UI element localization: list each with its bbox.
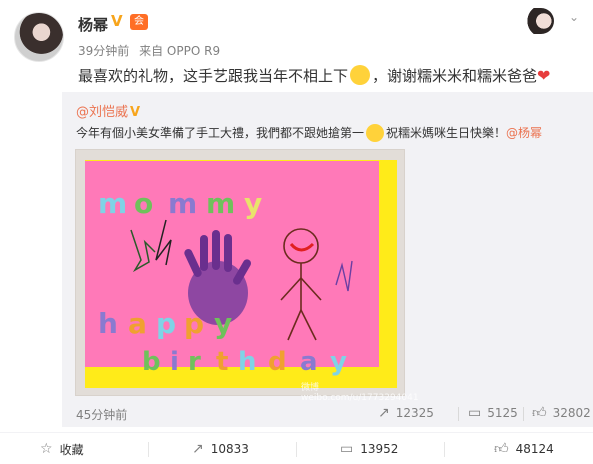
post-meta: 39分钟前 来自 OPPO R9	[78, 42, 226, 59]
divider	[523, 407, 524, 421]
repost-like-count: 32802	[552, 406, 591, 420]
divider	[458, 407, 459, 421]
repost-text-part2: 祝糯米媽咪生日快樂！	[386, 126, 507, 140]
letter-birthday-1: i	[170, 347, 179, 377]
repost-like-button[interactable]: 👍︎ 32802	[532, 406, 591, 420]
letter-birthday-2: r	[188, 347, 201, 377]
post-text-part2: ，谢谢糯米米和糯米爸爸	[372, 67, 538, 85]
post-text-part1: 最喜欢的礼物，这手艺跟我当年不相上下	[78, 67, 349, 85]
author-name[interactable]: 杨幂	[78, 14, 108, 35]
repost-photo[interactable]: m o m m y h a p p y b i r t h d a y 微博 w…	[75, 149, 419, 403]
comment-icon: ▭	[340, 441, 354, 457]
user-avatar-small[interactable]	[520, 8, 554, 34]
card-artwork: m o m m y h a p p y b i r t h d a y	[98, 187, 353, 377]
like-button[interactable]: 👍︎ 48124	[494, 433, 554, 464]
verified-badge-icon: V	[130, 105, 141, 120]
letter-birthday-0: b	[142, 347, 161, 377]
divider	[444, 442, 445, 457]
chevron-down-icon[interactable]: ⌄	[566, 10, 582, 26]
divider	[148, 442, 149, 457]
letter-mommy-2: m	[168, 187, 197, 220]
letter-birthday-7: y	[330, 347, 347, 377]
repost-forward-button[interactable]: ↗ 12325	[378, 406, 434, 420]
letter-happy-3: p	[184, 307, 204, 340]
repost-comment-button[interactable]: ▭ 5125	[468, 406, 518, 420]
comment-count: 13952	[360, 442, 399, 456]
post-text: 最喜欢的礼物，这手艺跟我当年不相上下 ，谢谢糯米米和糯米爸爸❤	[78, 65, 550, 86]
repost-text: 今年有個小美女準備了手工大禮，我們都不跟她搶第一 祝糯米媽咪生日快樂！@杨幂	[76, 124, 542, 142]
smile-emoji-icon	[366, 124, 385, 142]
member-badge: 会	[130, 14, 148, 30]
favorite-label: 收藏	[59, 442, 84, 457]
repost-footer: 45分钟前 ↗ 12325 ▭ 5125 👍︎ 32802	[62, 402, 593, 424]
letter-happy-4: y	[214, 307, 232, 340]
repost-text-part1: 今年有個小美女準備了手工大禮，我們都不跟她搶第一	[76, 126, 365, 140]
repost-forward-count: 12325	[395, 406, 434, 420]
verified-badge-icon: V	[111, 12, 123, 30]
comment-button[interactable]: ▭ 13952	[340, 433, 398, 464]
forward-icon: ↗	[378, 405, 390, 421]
letters-mommy: m o m m y	[98, 187, 262, 220]
letter-mommy-4: y	[244, 187, 262, 220]
star-icon: ☆	[40, 441, 53, 457]
post-source[interactable]: 来自 OPPO R9	[139, 44, 220, 58]
letter-birthday-6: a	[300, 347, 318, 377]
repost-comment-count: 5125	[487, 406, 518, 420]
letter-happy-0: h	[98, 307, 118, 340]
post-time[interactable]: 39分钟前	[78, 44, 129, 58]
letter-birthday-3: t	[216, 347, 228, 377]
repost-author[interactable]: @刘恺威 V	[76, 101, 140, 120]
action-bar: ☆ 收藏 ↗ 10833 ▭ 13952 👍︎ 48124	[0, 432, 593, 464]
repost-author-name[interactable]: @刘恺威	[76, 105, 128, 120]
repost-time[interactable]: 45分钟前	[76, 406, 127, 423]
like-count: 48124	[515, 442, 554, 456]
letter-happy-2: p	[156, 307, 176, 340]
mention-link[interactable]: @杨幂	[506, 126, 542, 140]
thumbs-up-icon: 👍︎	[532, 405, 547, 421]
forward-button[interactable]: ↗ 10833	[192, 433, 249, 464]
heart-icon: ❤	[537, 66, 551, 85]
forward-icon: ↗	[192, 441, 204, 457]
photo-watermark: 微博 weibo.com/u/1773294041	[301, 383, 419, 403]
letter-happy-1: a	[128, 307, 147, 340]
repost-card: @刘恺威 V 今年有個小美女準備了手工大禮，我們都不跟她搶第一 祝糯米媽咪生日快樂！…	[62, 92, 593, 427]
letter-birthday-4: h	[238, 347, 257, 377]
forward-count: 10833	[210, 442, 249, 456]
thumbs-up-icon: 👍︎	[494, 441, 509, 457]
letter-mommy-0: m	[98, 187, 127, 220]
letter-mommy-3: m	[206, 187, 235, 220]
giggle-emoji-icon	[350, 65, 371, 85]
stick-figure-drawing	[280, 228, 322, 341]
letters-birthday: b i r t h d a y	[142, 347, 347, 377]
divider	[296, 442, 297, 457]
favorite-button[interactable]: ☆ 收藏	[40, 433, 84, 464]
comment-icon: ▭	[468, 405, 482, 421]
letter-birthday-5: d	[268, 347, 287, 377]
letter-mommy-1: o	[134, 187, 153, 220]
author-avatar[interactable]	[14, 12, 64, 62]
